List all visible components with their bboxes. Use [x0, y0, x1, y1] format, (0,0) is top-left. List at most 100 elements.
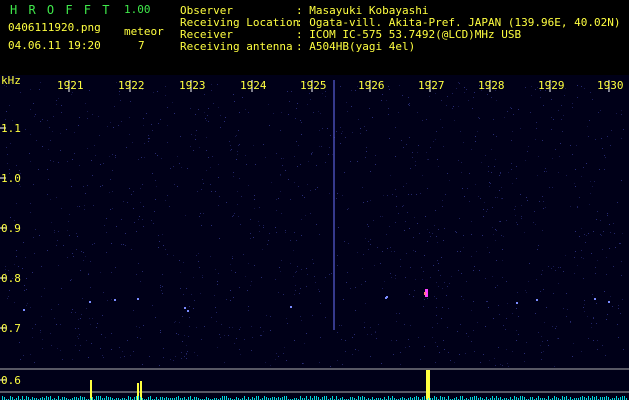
noise-dot — [443, 340, 444, 341]
noise-dot — [148, 135, 149, 136]
spectrogram-plot: 1.1 1.0 0.9 0.8 0.7 0.6 kHz 1921 1922 1923 1924 192… — [0, 74, 629, 400]
noise-dot — [140, 281, 141, 282]
noise-dot — [589, 204, 590, 205]
noise-dot — [225, 117, 226, 118]
noise-dot — [464, 87, 465, 88]
noise-dot — [341, 339, 342, 340]
noise-dot — [407, 212, 408, 213]
meteor-echo — [594, 298, 596, 300]
signal-level — [538, 396, 539, 400]
noise-dot — [174, 184, 175, 185]
noise-dot — [575, 251, 576, 252]
noise-dot — [530, 112, 531, 113]
noise-dot — [79, 334, 80, 335]
noise-dot — [392, 194, 393, 195]
noise-dot — [198, 109, 199, 110]
signal-level — [460, 396, 461, 400]
noise-dot — [212, 156, 213, 157]
signal-level — [50, 396, 51, 400]
noise-dot — [486, 301, 487, 302]
noise-dot — [435, 139, 436, 140]
noise-dot — [369, 108, 370, 109]
signal-level — [190, 396, 191, 400]
noise-dot — [41, 316, 42, 317]
noise-dot — [310, 99, 311, 100]
noise-dot — [398, 112, 399, 113]
noise-dot — [350, 288, 351, 289]
noise-dot — [131, 249, 132, 250]
noise-dot — [121, 121, 122, 122]
noise-dot — [360, 133, 361, 134]
noise-dot — [159, 365, 160, 366]
noise-dot — [304, 197, 305, 198]
noise-dot — [34, 362, 35, 363]
noise-dot — [415, 161, 416, 162]
noise-dot — [315, 189, 316, 190]
noise-dot — [592, 294, 593, 295]
noise-dot — [496, 260, 497, 261]
signal-level — [554, 396, 555, 400]
signal-level — [596, 396, 597, 400]
noise-dot — [317, 187, 318, 188]
noise-dot — [116, 82, 117, 83]
noise-dot — [113, 127, 114, 128]
noise-dot — [547, 340, 548, 341]
noise-dot — [531, 86, 532, 87]
noise-dot — [511, 163, 512, 164]
signal-level — [264, 396, 265, 400]
noise-dot — [60, 324, 61, 325]
signal-level — [96, 396, 97, 400]
signal-level — [548, 396, 549, 400]
noise-dot — [60, 350, 61, 351]
noise-dot — [424, 346, 425, 347]
noise-dot — [40, 332, 41, 333]
noise-dot — [188, 336, 189, 337]
noise-dot — [564, 95, 565, 96]
noise-dot — [61, 208, 62, 209]
noise-dot — [516, 308, 517, 309]
noise-dot — [446, 295, 447, 296]
noise-dot — [396, 340, 397, 341]
noise-dot — [232, 256, 233, 257]
noise-dot — [512, 313, 513, 314]
signal-level — [310, 396, 311, 400]
noise-dot — [167, 107, 168, 108]
noise-dot — [479, 270, 480, 271]
noise-dot — [165, 249, 166, 250]
noise-dot — [450, 360, 451, 361]
noise-dot — [619, 243, 620, 244]
noise-dot — [252, 337, 253, 338]
noise-dot — [280, 175, 281, 176]
noise-dot — [204, 326, 205, 327]
noise-dot — [158, 235, 159, 236]
noise-dot — [362, 268, 363, 269]
noise-dot — [483, 209, 484, 210]
noise-dot — [237, 151, 238, 152]
noise-dot — [318, 289, 319, 290]
noise-dot — [560, 143, 561, 144]
noise-dot — [572, 107, 573, 108]
noise-dot — [174, 113, 175, 114]
noise-dot — [143, 118, 144, 119]
noise-dot — [426, 152, 427, 153]
noise-dot — [332, 154, 333, 155]
noise-dot — [474, 92, 475, 93]
noise-dot — [489, 360, 490, 361]
noise-dot — [597, 260, 598, 261]
noise-dot — [506, 349, 507, 350]
noise-dot — [312, 315, 313, 316]
noise-dot — [610, 296, 611, 297]
noise-dot — [518, 316, 519, 317]
noise-dot — [270, 365, 271, 366]
noise-dot — [84, 209, 85, 210]
noise-dot — [5, 266, 6, 267]
noise-dot — [492, 207, 493, 208]
noise-dot — [5, 119, 6, 120]
noise-dot — [235, 136, 236, 137]
noise-dot — [319, 234, 320, 235]
noise-dot — [383, 195, 384, 196]
noise-dot — [139, 327, 140, 328]
noise-dot — [176, 333, 177, 334]
noise-dot — [442, 307, 443, 308]
noise-dot — [161, 158, 162, 159]
